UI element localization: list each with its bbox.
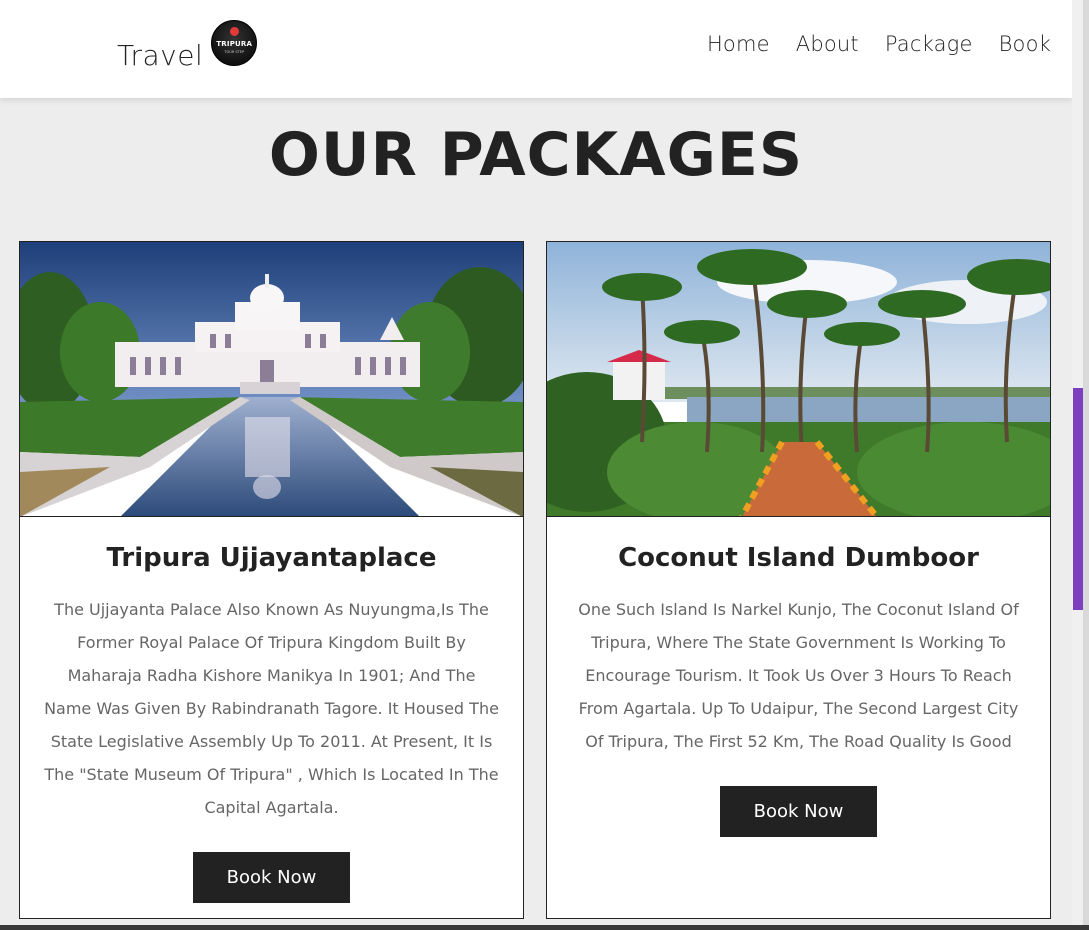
brand[interactable]: Travel TRIPURA TOUR STEP (117, 18, 258, 74)
logo-icon: TRIPURA TOUR STEP (211, 20, 258, 66)
section-title: OUR PACKAGES (268, 120, 804, 190)
palace-image (20, 242, 523, 517)
package-title: Coconut Island Dumboor (618, 543, 979, 573)
site-header: Travel TRIPURA TOUR STEP Home About Pack… (0, 0, 1072, 98)
package-title: Tripura Ujjayantaplace (106, 543, 437, 573)
package-card-coconut-island: Coconut Island Dumboor One Such Island I… (546, 241, 1051, 919)
nav-package[interactable]: Package (885, 32, 973, 56)
logo-word: TRIPURA (216, 40, 253, 48)
nav-home[interactable]: Home (707, 32, 770, 56)
brand-text: Travel (117, 39, 204, 72)
book-now-button[interactable]: Book Now (720, 786, 877, 837)
main-nav: Home About Package Book (707, 32, 1051, 56)
window-edge (1083, 0, 1089, 930)
side-accent-bar (1073, 388, 1083, 610)
page: Travel TRIPURA TOUR STEP Home About Pack… (0, 0, 1072, 930)
nav-about[interactable]: About (796, 32, 859, 56)
package-card-ujjayanta: Tripura Ujjayantaplace The Ujjayanta Pal… (19, 241, 524, 919)
book-now-button[interactable]: Book Now (193, 852, 350, 903)
nav-book[interactable]: Book (999, 32, 1051, 56)
package-description: One Such Island Is Narkel Kunjo, The Coc… (578, 600, 1019, 751)
bottom-edge (0, 925, 1089, 930)
coconut-island-image (547, 242, 1050, 517)
logo-sub: TOUR STEP (224, 50, 245, 54)
logo-sun-icon (230, 27, 240, 36)
package-description: The Ujjayanta Palace Also Known As Nuyun… (44, 600, 499, 817)
